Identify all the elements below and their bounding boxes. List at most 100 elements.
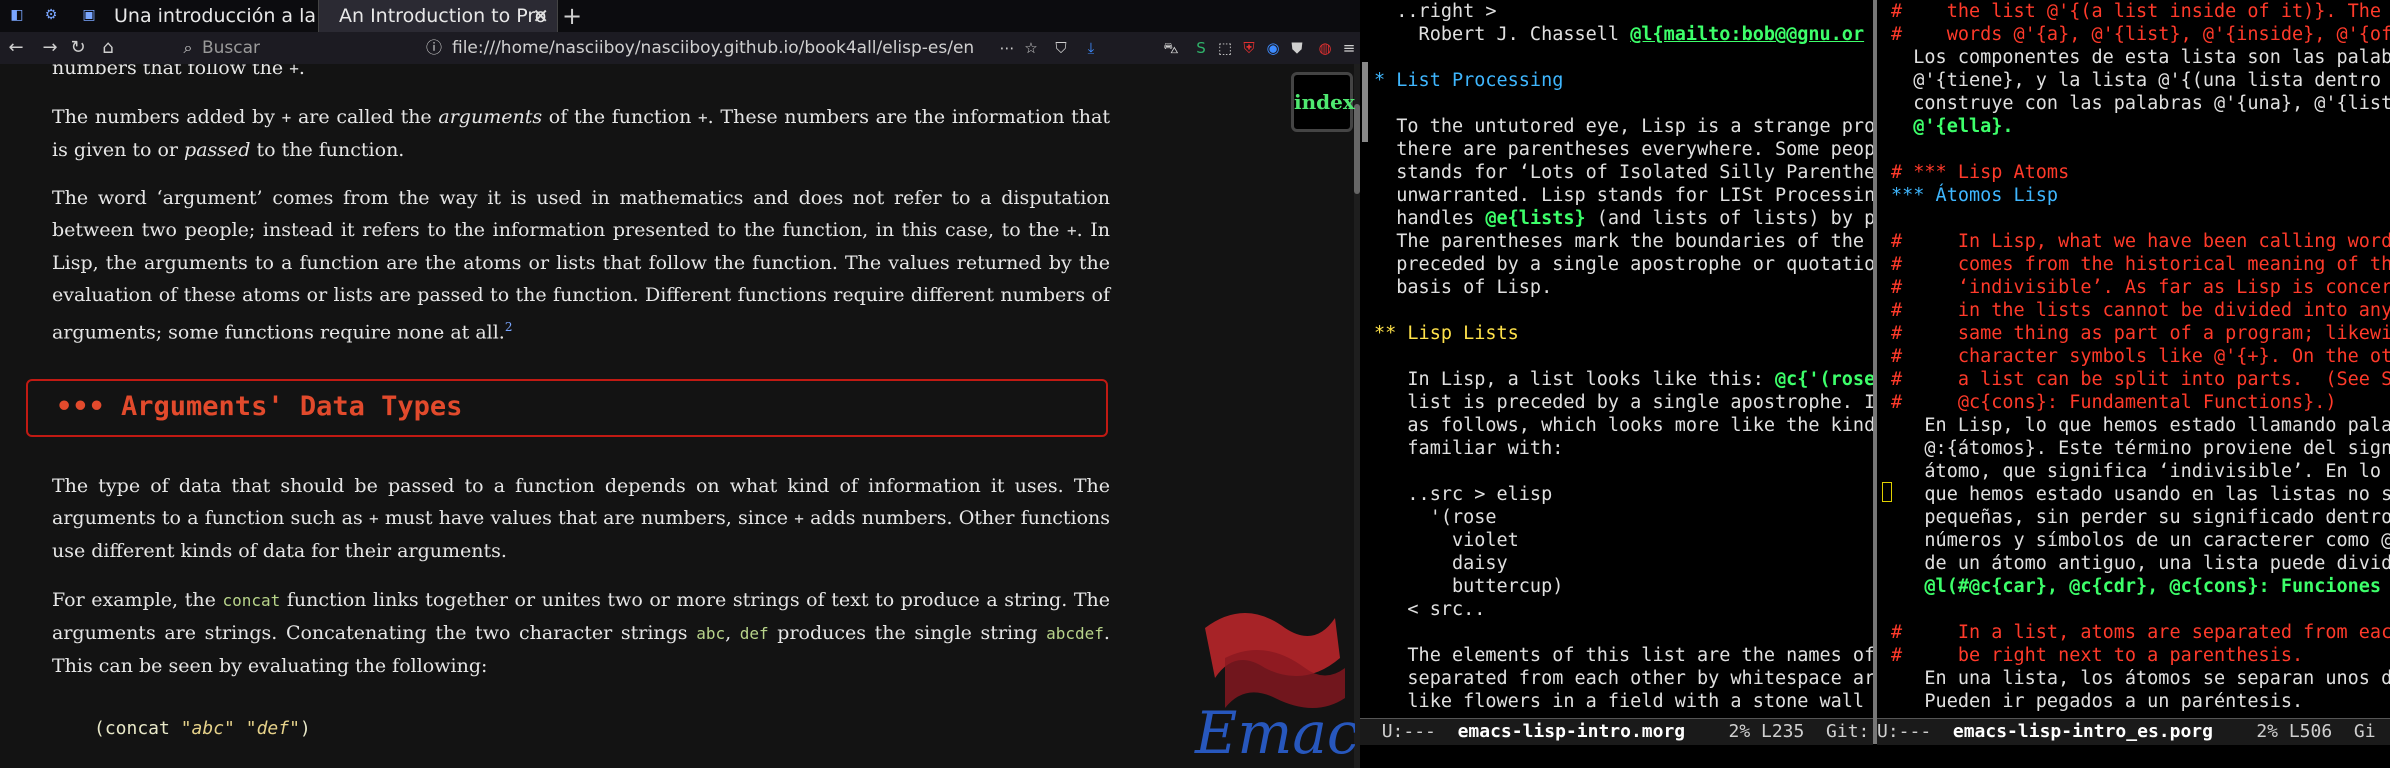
- info-icon[interactable]: ⓘ: [422, 35, 446, 61]
- code-line: daisy: [1374, 553, 1508, 574]
- paragraph-0: numbers that follow the +.: [52, 64, 305, 79]
- close-icon[interactable]: ✕: [532, 0, 549, 32]
- privacy-icon[interactable]: ◉: [1262, 37, 1284, 59]
- code-line: átomo, que significa ‘indivisible’. En l…: [1891, 461, 2390, 482]
- more-icon[interactable]: ⋯: [996, 37, 1018, 59]
- code-line: En Lisp, lo que hemos estado llamando pa…: [1891, 415, 2390, 436]
- code-line: # comes from the historical meaning of t…: [1891, 254, 2390, 275]
- code-line: @'{ella}.: [1891, 116, 2014, 137]
- code-line: violet: [1374, 530, 1519, 551]
- code-line: list is preceded by a single apostrophe.…: [1374, 392, 1873, 413]
- code-line: # in the lists cannot be divided into an…: [1891, 300, 2390, 321]
- code-line: ..right >: [1374, 1, 1497, 22]
- browser-window: ◧ ⚙ ▣ Una introducción a la p ▣ An Intro…: [0, 0, 1360, 768]
- code-line: # ‘indivisible’. As far as Lisp is conce…: [1891, 277, 2390, 298]
- emacs-frame: ..right > Robert J. Chassell @l{mailto:b…: [1360, 0, 2390, 768]
- code-line: Pueden ir pegados a un paréntesis.: [1891, 691, 2304, 712]
- code-line: To the untutored eye, Lisp is a strange …: [1374, 116, 1873, 137]
- code-line: # @c{cons}: Fundamental Functions}.): [1891, 392, 2337, 413]
- heading-atomos-lisp: *** Átomos Lisp: [1891, 185, 2059, 206]
- extension-icon[interactable]: ⛍: [1160, 37, 1182, 59]
- tab-bar: ◧ ⚙ ▣ Una introducción a la p ▣ An Intro…: [0, 0, 1360, 32]
- code-example: (concat "abc" "def"): [94, 718, 311, 739]
- code-line: '(rose: [1374, 507, 1497, 528]
- tab-english-intro[interactable]: An Introduction to Pro ✕: [318, 0, 558, 32]
- mailto-link[interactable]: @l{mailto:bob@@gnu.or: [1630, 24, 1864, 45]
- back-button[interactable]: ←: [4, 35, 28, 61]
- code-line: as follows, which looks more like the ki…: [1374, 415, 1873, 436]
- heading-list-processing: * List Processing: [1374, 70, 1564, 91]
- section-heading-box: ••• Arguments' Data Types: [26, 379, 1108, 437]
- shield-icon[interactable]: ⛊: [1286, 37, 1308, 59]
- code-line: < src..: [1374, 599, 1486, 620]
- emacs-window-right[interactable]: # the list @'{(a list inside of it)}. Th…: [1877, 0, 2390, 744]
- search-input[interactable]: Buscar: [202, 36, 422, 60]
- code-line: basis of Lisp.: [1374, 277, 1553, 298]
- code-line: que hemos estado usando en las listas no…: [1891, 484, 2390, 505]
- code-line: ..src > elisp: [1374, 484, 1553, 505]
- heading-lisp-lists: ** Lisp Lists: [1374, 323, 1519, 344]
- code-line: stands for ‘Lots of Isolated Silly Paren…: [1374, 162, 1873, 183]
- s-extension-icon[interactable]: S: [1190, 37, 1212, 59]
- code-line: # In Lisp, what we have been calling wor…: [1891, 231, 2390, 252]
- notification-icon[interactable]: ◍: [1314, 37, 1336, 59]
- code-line: En una lista, los átomos se separan unos…: [1891, 668, 2390, 689]
- code-line: # words @'{a}, @'{list}, @'{inside}, @'{…: [1891, 24, 2390, 45]
- text-cursor: [1882, 482, 1892, 502]
- forward-button[interactable]: →: [38, 35, 62, 61]
- svg-text:Emacs: Emacs: [1194, 699, 1355, 767]
- code-line: Los componentes de esta lista son las pa…: [1891, 47, 2390, 68]
- page-content: numbers that follow the +. The numbers a…: [0, 64, 1360, 768]
- download-icon[interactable]: ⤓: [1080, 37, 1102, 59]
- code-line: The elements of this list are the names …: [1374, 645, 1873, 666]
- modeline-right[interactable]: U:--- emacs-lisp-intro_es.porg 2% L506 G…: [1877, 718, 2390, 745]
- app-menu-icon[interactable]: ◧: [8, 6, 26, 24]
- code-line: Robert J. Chassell @l{mailto:bob@@gnu.or: [1374, 24, 1865, 45]
- code-line: like flowers in a field with a stone wal…: [1374, 691, 1873, 712]
- buffer-name: emacs-lisp-intro.morg: [1457, 721, 1686, 742]
- index-button[interactable]: index: [1291, 72, 1355, 132]
- new-tab-button[interactable]: +: [560, 3, 584, 29]
- paragraph-arguments: The numbers added by + are called the ar…: [52, 106, 1110, 161]
- reload-button[interactable]: ↻: [66, 35, 90, 61]
- code-line: # a list can be split into parts. (See S…: [1891, 369, 2390, 390]
- home-button[interactable]: ⌂: [96, 35, 120, 61]
- tab-label: An Introduction to Pro: [339, 5, 547, 27]
- page-icon: ▣: [82, 7, 96, 23]
- modeline-left[interactable]: U:--- emacs-lisp-intro.morg 2% L235 Git:: [1360, 718, 1873, 745]
- emacs-logo: Emacs: [1194, 613, 1355, 767]
- paragraph-word-argument: The word ‘argument’ comes from the way i…: [52, 187, 1111, 344]
- code-line: @'{tiene}, y la lista @'{(una lista dent…: [1891, 70, 2390, 91]
- code-line: The parentheses mark the boundaries of t…: [1374, 231, 1873, 252]
- code-line: # same thing as part of a program; likew…: [1891, 323, 2390, 344]
- ublock-icon[interactable]: ⛨: [1238, 37, 1260, 59]
- search-icon: ⌕: [183, 38, 193, 57]
- code-line: # In a list, atoms are separated from ea…: [1891, 622, 2390, 643]
- pocket-icon[interactable]: ⛉: [1050, 37, 1072, 59]
- emacs-window-left[interactable]: ..right > Robert J. Chassell @l{mailto:b…: [1360, 0, 1873, 744]
- code-line: @:{átomos}. Este término proviene del si…: [1891, 438, 2390, 459]
- dotted-box-icon[interactable]: ⬚: [1214, 37, 1236, 59]
- tab-spanish-intro[interactable]: Una introducción a la p: [100, 0, 320, 32]
- code-line: In Lisp, a list looks like this: @c{'(ro…: [1374, 369, 1873, 390]
- paragraph-concat: For example, the concat function links t…: [52, 589, 1111, 677]
- navigation-bar: ← → ↻ ⌂ ⌕ Buscar ⓘ file:///home/nasciibo…: [0, 32, 1360, 65]
- code-line: unwarranted. Lisp stands for LISt Proces…: [1374, 185, 1873, 206]
- heading-lisp-atoms-comment: # *** Lisp Atoms: [1891, 162, 2070, 183]
- code-line: # character symbols like @'{+}. On the o…: [1891, 346, 2390, 367]
- code-line: # be right next to a parenthesis.: [1891, 645, 2304, 666]
- buffer-name: emacs-lisp-intro_es.porg: [1952, 721, 2213, 742]
- bookmark-star-icon[interactable]: ☆: [1020, 37, 1042, 59]
- code-line: # the list @'{(a list inside of it)}. Th…: [1891, 1, 2382, 22]
- gear-icon[interactable]: ⚙: [42, 6, 60, 24]
- code-line: de un átomo antiguo, una lista puede div…: [1891, 553, 2390, 574]
- code-line: there are parentheses everywhere. Some p…: [1374, 139, 1873, 160]
- code-line: preceded by a single apostrophe or quota…: [1374, 254, 1873, 275]
- tab-label: Una introducción a la p: [114, 5, 320, 27]
- url-field[interactable]: file:///home/nasciiboy/nasciiboy.github.…: [452, 36, 992, 60]
- code-line: separated from each other by whitespace …: [1374, 668, 1873, 689]
- footnote-link[interactable]: 2: [505, 320, 513, 334]
- menu-icon[interactable]: ≡: [1338, 37, 1360, 59]
- code-line: handles @e{lists} (and lists of lists) b…: [1374, 208, 1873, 229]
- code-line: @l(#@c{car}, @c{cdr}, @c{cons}: Funcione…: [1891, 576, 2390, 597]
